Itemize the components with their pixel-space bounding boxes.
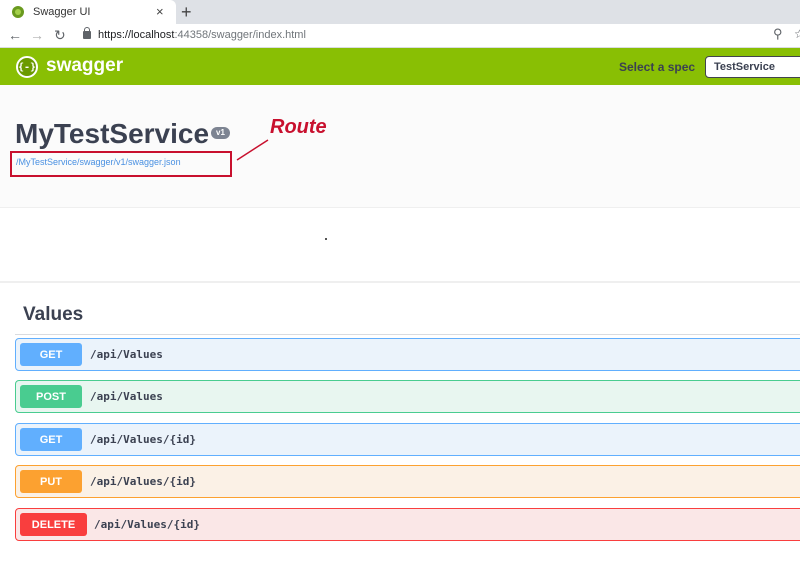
swagger-topbar: {-} swagger Select a spec (0, 48, 800, 85)
bookmark-star-icon[interactable]: ☆ (794, 27, 800, 41)
method-badge: POST (20, 385, 82, 408)
new-tab-button[interactable]: + (181, 2, 192, 22)
lock-icon[interactable] (83, 27, 91, 39)
method-badge: GET (20, 428, 82, 451)
divider (0, 281, 800, 283)
swagger-logo-icon[interactable]: {-} (16, 56, 38, 78)
select-spec-label: Select a spec (619, 60, 696, 74)
page-title: MyTestService (15, 118, 210, 149)
address-bar-row: ← → ↻ https://localhost:44358/swagger/in… (0, 24, 800, 48)
divider (0, 207, 800, 208)
swagger-favicon-icon (12, 6, 24, 18)
operation-path: /api/Values/{id} (94, 518, 200, 531)
description-dot (325, 238, 327, 240)
operation-path: /api/Values/{id} (90, 475, 196, 488)
section-title-values[interactable]: Values (23, 304, 83, 326)
operation-delete-value-by-id[interactable]: DELETE /api/Values/{id} (15, 508, 800, 541)
operation-put-value-by-id[interactable]: PUT /api/Values/{id} (15, 465, 800, 498)
section-divider (15, 334, 800, 335)
browser-tab[interactable]: Swagger UI × (0, 0, 176, 24)
reload-icon[interactable]: ↻ (54, 27, 66, 43)
operation-get-value-by-id[interactable]: GET /api/Values/{id} (15, 423, 800, 456)
swagger-brand[interactable]: swagger (46, 55, 123, 77)
back-arrow-icon[interactable]: ← (8, 27, 22, 43)
method-badge: DELETE (20, 513, 87, 536)
forward-arrow-icon[interactable]: → (30, 27, 44, 43)
operation-post-values[interactable]: POST /api/Values (15, 380, 800, 413)
url-host: https://localhost (98, 29, 175, 41)
spec-select[interactable]: TestService (705, 56, 800, 78)
operation-path: /api/Values (90, 390, 163, 403)
browser-tab-strip: Swagger UI × + (0, 0, 800, 24)
operation-path: /api/Values/{id} (90, 433, 196, 446)
spec-json-link[interactable]: /MyTestService/swagger/v1/swagger.json (16, 157, 181, 167)
operation-get-values[interactable]: GET /api/Values (15, 338, 800, 371)
tab-title: Swagger UI (33, 6, 91, 18)
operation-path: /api/Values (90, 348, 163, 361)
method-badge: GET (20, 343, 82, 366)
route-annotation: Route (270, 116, 327, 138)
url-path: :44358/swagger/index.html (174, 29, 306, 41)
version-badge: v1 (211, 127, 230, 139)
zoom-icon[interactable]: ⚲ (773, 26, 783, 42)
close-tab-icon[interactable]: × (156, 4, 164, 20)
url-field[interactable]: https://localhost:44358/swagger/index.ht… (98, 29, 306, 41)
method-badge: PUT (20, 470, 82, 493)
